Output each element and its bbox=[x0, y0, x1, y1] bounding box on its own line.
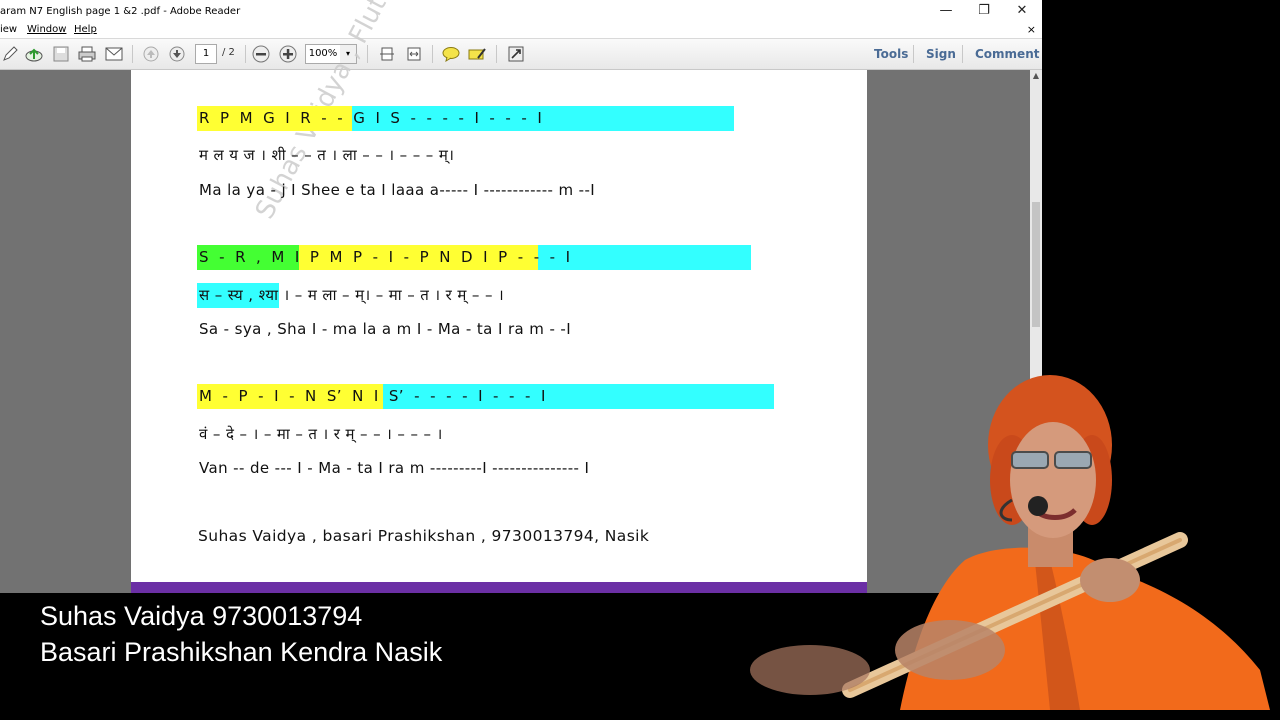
page-up-icon[interactable] bbox=[141, 44, 161, 64]
fullscreen-icon[interactable] bbox=[506, 44, 526, 64]
page-total: / 2 bbox=[222, 47, 235, 58]
print-icon[interactable] bbox=[77, 44, 97, 64]
restore-button[interactable]: ❐ bbox=[964, 0, 1004, 23]
toolbar-separator bbox=[132, 45, 133, 63]
toolbar-separator bbox=[913, 45, 914, 63]
title-bar: aram N7 English page 1 &2 .pdf - Adobe R… bbox=[0, 0, 1042, 23]
sign-link[interactable]: Sign bbox=[926, 47, 956, 61]
notation-line: M - P - I - N S’ N I S’ - - - - I - - - … bbox=[199, 387, 546, 405]
scroll-up-arrow-icon[interactable]: ▲ bbox=[1030, 70, 1042, 82]
toolbar-separator bbox=[245, 45, 246, 63]
notation-line: S - R , M I P M P - I - P N D I P - - - … bbox=[199, 248, 571, 266]
window-title: aram N7 English page 1 &2 .pdf - Adobe R… bbox=[0, 6, 241, 17]
caption-line-2: Basari Prashikshan Kendra Nasik bbox=[40, 637, 443, 667]
menu-view[interactable]: iew bbox=[0, 24, 17, 35]
highlight-icon[interactable] bbox=[467, 44, 487, 64]
caption-line-1: Suhas Vaidya 9730013794 bbox=[40, 601, 363, 631]
notation-line: R P M G I R - - G I S - - - - I - - - I bbox=[199, 109, 543, 127]
devanagari-line: स – स्य , श्या । – म ला – म्। – मा – त ।… bbox=[199, 286, 505, 304]
menu-window[interactable]: Window bbox=[27, 24, 66, 35]
roman-line: Van -- de --- I - Ma - ta I ra m -------… bbox=[199, 459, 590, 477]
fit-width-icon[interactable] bbox=[404, 44, 424, 64]
credit-line: Suhas Vaidya , basari Prashikshan , 9730… bbox=[198, 527, 650, 545]
toolbar-separator bbox=[496, 45, 497, 63]
page-number-input[interactable]: 1 bbox=[195, 44, 217, 64]
comment-icon[interactable] bbox=[441, 44, 461, 64]
mail-icon[interactable] bbox=[104, 44, 124, 64]
toolbar-separator bbox=[432, 45, 433, 63]
minimize-button[interactable]: — bbox=[926, 0, 966, 23]
edit-icon[interactable] bbox=[0, 44, 20, 64]
roman-line: Sa - sya , Sha I - ma la a m I - Ma - ta… bbox=[199, 320, 572, 338]
zoom-out-icon[interactable] bbox=[251, 44, 271, 64]
close-window-button[interactable]: ✕ bbox=[1002, 0, 1042, 23]
presenter-image bbox=[750, 375, 1270, 710]
tools-link[interactable]: Tools bbox=[874, 47, 908, 61]
devanagari-line: म ल य ज । शी – – त । ला – – । – – – म्। bbox=[199, 146, 455, 164]
comment-link[interactable]: Comment bbox=[975, 47, 1039, 61]
page-down-icon[interactable] bbox=[167, 44, 187, 64]
roman-line: Ma la ya - j I Shee e ta I laaa a----- I… bbox=[199, 181, 596, 199]
menu-help[interactable]: Help bbox=[74, 24, 97, 35]
toolbar: 1 / 2 100% ▾ Tools Sign Comment bbox=[0, 39, 1042, 70]
close-document-button[interactable]: × bbox=[1027, 23, 1036, 36]
menu-bar: iew Window Help × bbox=[0, 23, 1042, 39]
scrollbar-thumb[interactable] bbox=[1032, 202, 1040, 327]
devanagari-line: वं – दे – । – मा – त । र म् – – । – – – … bbox=[199, 425, 443, 443]
upload-icon[interactable] bbox=[24, 44, 44, 64]
toolbar-separator bbox=[962, 45, 963, 63]
zoom-in-icon[interactable] bbox=[278, 44, 298, 64]
save-icon[interactable] bbox=[51, 44, 71, 64]
fit-page-icon[interactable] bbox=[377, 44, 397, 64]
